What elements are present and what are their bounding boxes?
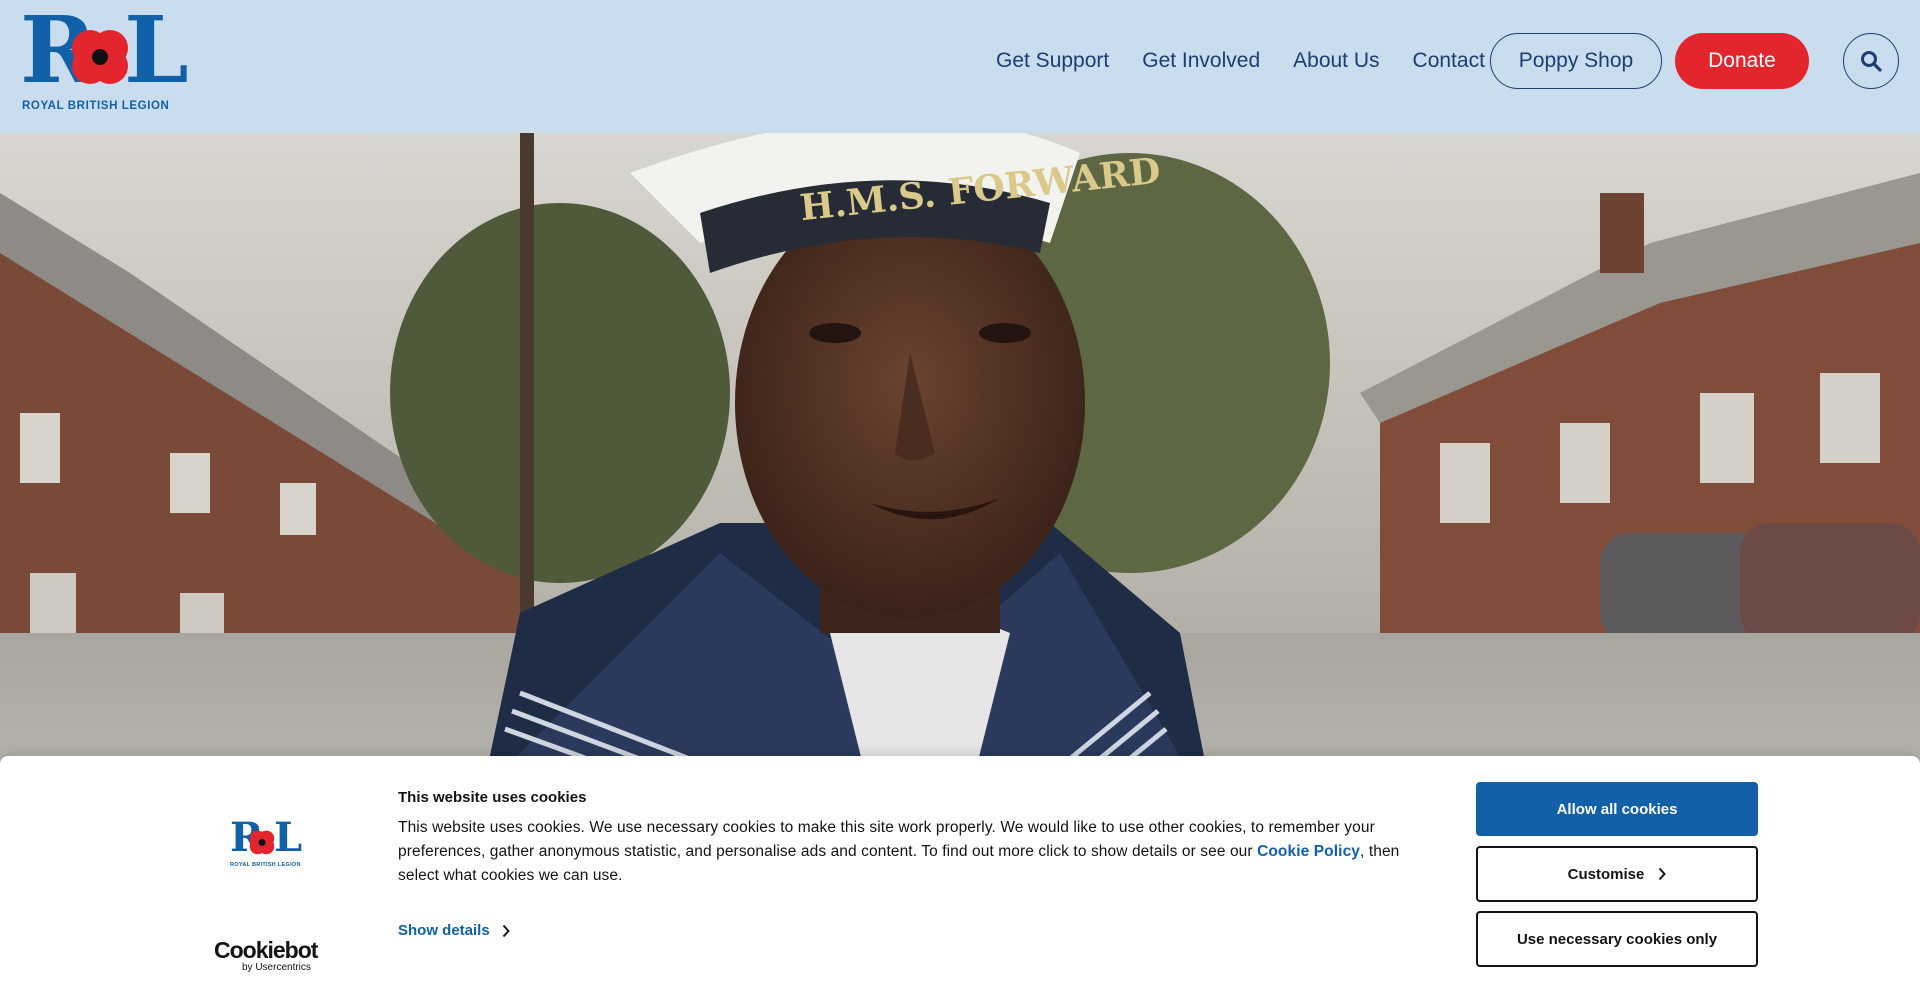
cookie-logo-letter-l: L <box>274 814 303 861</box>
chevron-right-icon <box>1659 867 1667 881</box>
rbl-logo[interactable]: R L ROYAL BRITISH LEGION <box>20 4 189 114</box>
poppy-shop-button[interactable]: Poppy Shop <box>1490 33 1662 89</box>
nav-about-us[interactable]: About Us <box>1293 49 1379 73</box>
donate-button[interactable]: Donate <box>1675 33 1809 89</box>
cookiebot-name: Cookiebot <box>214 937 318 963</box>
nav-get-support[interactable]: Get Support <box>996 49 1109 73</box>
logo-mark: R L <box>20 4 189 96</box>
search-icon <box>1861 51 1882 72</box>
customise-cookies-button[interactable]: Customise <box>1476 846 1758 902</box>
chevron-right-icon <box>502 924 510 937</box>
cookie-description: This website uses cookies. We use necess… <box>398 816 1434 888</box>
poppy-icon <box>249 830 275 855</box>
main-nav: Get Support Get Involved About Us Contac… <box>996 33 1485 89</box>
cookie-description-text: This website uses cookies. We use necess… <box>398 819 1375 860</box>
show-details-link[interactable]: Show details <box>398 922 510 939</box>
cookie-title: This website uses cookies <box>398 789 587 806</box>
cookie-logo-wordmark: ROYAL BRITISH LEGION <box>230 862 301 868</box>
cookie-banner-logo: R L ROYAL BRITISH LEGION <box>228 818 302 869</box>
search-button[interactable] <box>1843 33 1899 89</box>
cookie-policy-link[interactable]: Cookie Policy <box>1257 843 1360 860</box>
cookie-banner: R L ROYAL BRITISH LEGION Cookiebot by Us… <box>0 756 1920 993</box>
logo-wordmark: ROYAL BRITISH LEGION <box>22 100 170 112</box>
nav-get-involved[interactable]: Get Involved <box>1142 49 1260 73</box>
poppy-icon <box>72 30 128 84</box>
allow-all-cookies-button[interactable]: Allow all cookies <box>1476 782 1758 836</box>
site-header: R L ROYAL BRITISH LEGION Get Support Get… <box>0 0 1920 133</box>
logo-letter-l: L <box>124 0 189 104</box>
cookiebot-byline: by Usercentrics <box>242 962 311 973</box>
show-details-label: Show details <box>398 922 490 939</box>
nav-contact[interactable]: Contact <box>1413 49 1485 73</box>
necessary-cookies-only-button[interactable]: Use necessary cookies only <box>1476 911 1758 967</box>
cookiebot-logo: Cookiebot by Usercentrics <box>214 938 318 978</box>
customise-label: Customise <box>1567 865 1645 883</box>
